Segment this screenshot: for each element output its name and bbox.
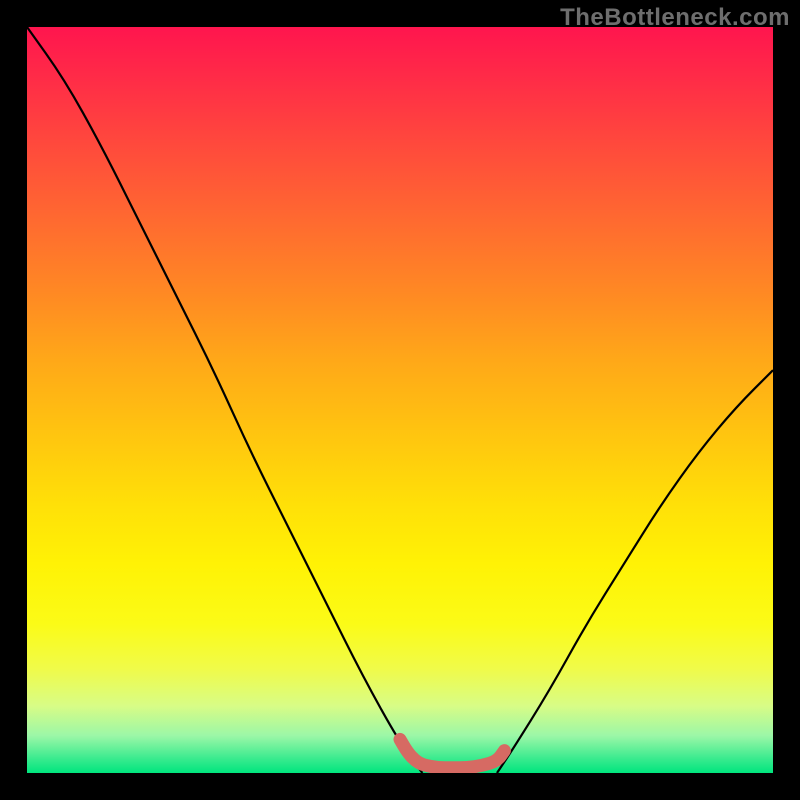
curves-svg bbox=[27, 27, 773, 773]
right-curve bbox=[497, 370, 773, 773]
chart-frame: TheBottleneck.com bbox=[0, 0, 800, 800]
bottom-marker-band bbox=[400, 739, 504, 767]
plot-area bbox=[27, 27, 773, 773]
left-curve bbox=[27, 27, 422, 773]
